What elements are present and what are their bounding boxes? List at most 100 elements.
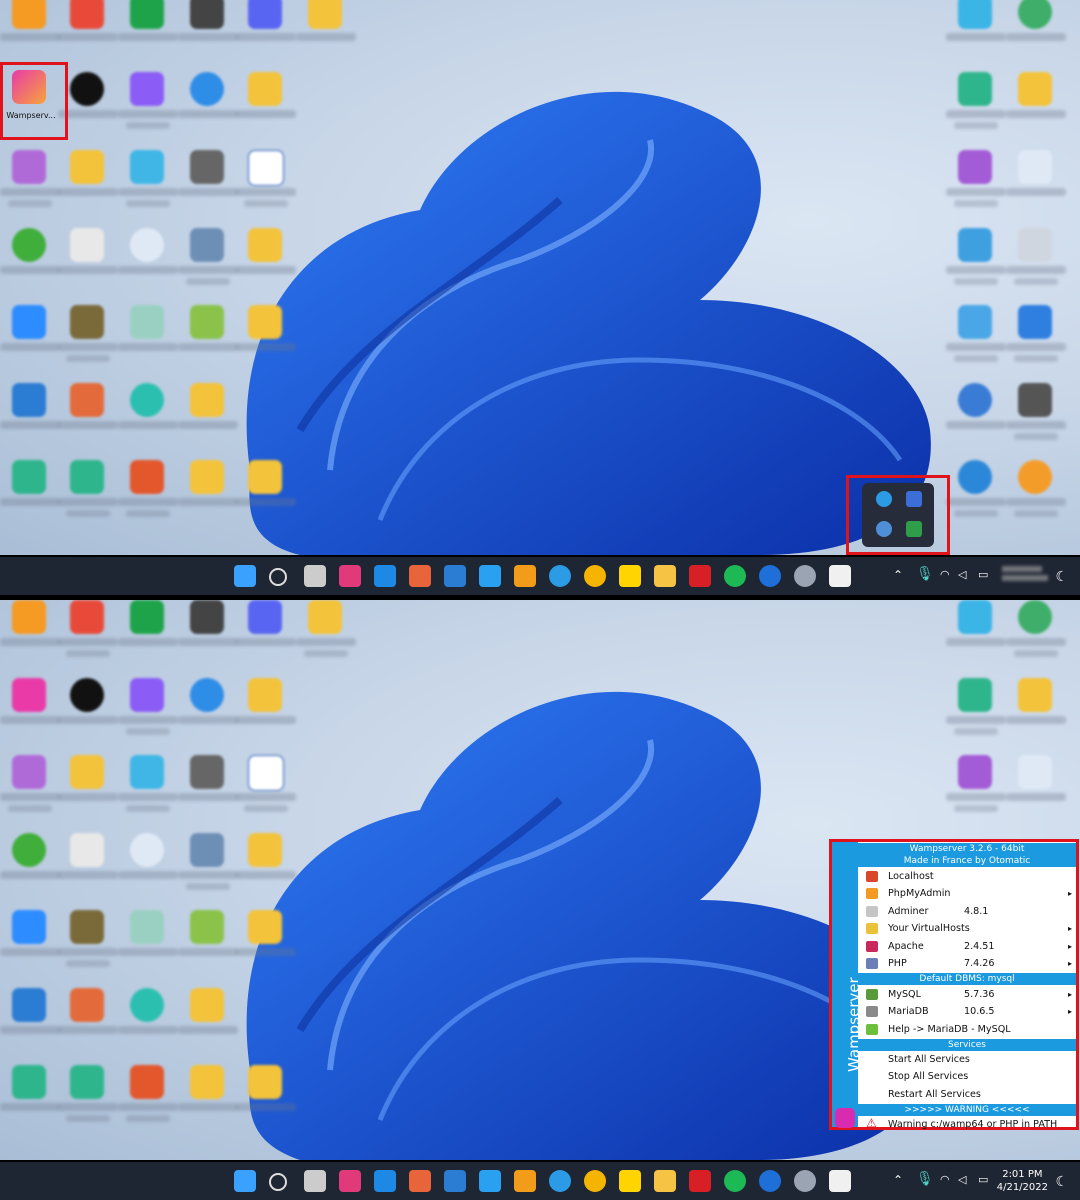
- spotify-icon[interactable]: [724, 565, 746, 587]
- netflix-icon[interactable]: [689, 565, 711, 587]
- desktop-icon[interactable]: [236, 1065, 296, 1139]
- task-view-icon[interactable]: [304, 565, 326, 587]
- desktop-icon[interactable]: [946, 72, 1006, 146]
- desktop-icon[interactable]: [236, 0, 296, 69]
- app-icon[interactable]: [829, 565, 851, 587]
- desktop-icon[interactable]: [118, 383, 178, 457]
- sublime-icon[interactable]: [514, 565, 536, 587]
- app-icon[interactable]: [409, 1170, 431, 1192]
- desktop-icon[interactable]: [0, 383, 60, 457]
- desktop-icon[interactable]: [236, 305, 296, 379]
- desktop-icon[interactable]: [0, 678, 60, 752]
- desktop-icon[interactable]: [58, 600, 118, 674]
- desktop-icon[interactable]: [118, 305, 178, 379]
- desktop-icon[interactable]: [946, 460, 1006, 534]
- menu-item-start-services[interactable]: Start All Services: [858, 1051, 1076, 1068]
- menu-item-virtualhosts[interactable]: Your VirtualHosts ▸: [858, 920, 1076, 937]
- desktop-icon[interactable]: [236, 678, 296, 752]
- sticky-notes-icon[interactable]: [619, 1170, 641, 1192]
- desktop-icon[interactable]: [946, 228, 1006, 302]
- app-icon[interactable]: [829, 1170, 851, 1192]
- desktop-icon[interactable]: [178, 383, 238, 457]
- start-icon[interactable]: [234, 565, 256, 587]
- desktop-icon[interactable]: [58, 988, 118, 1062]
- desktop-icon[interactable]: [178, 678, 238, 752]
- desktop-icon[interactable]: [1006, 600, 1066, 674]
- file-explorer-icon[interactable]: [654, 565, 676, 587]
- app-icon[interactable]: [374, 1170, 396, 1192]
- chevron-up-icon[interactable]: ⌃: [893, 1173, 903, 1200]
- menu-item-php[interactable]: PHP 7.4.26 ▸: [858, 955, 1076, 972]
- menu-item-restart-services[interactable]: Restart All Services: [858, 1086, 1076, 1103]
- settings-icon[interactable]: [794, 565, 816, 587]
- desktop-icon[interactable]: [236, 150, 296, 224]
- desktop-icon[interactable]: [178, 988, 238, 1062]
- task-view-icon[interactable]: [304, 1170, 326, 1192]
- app-icon[interactable]: [339, 565, 361, 587]
- menu-item-stop-services[interactable]: Stop All Services: [858, 1068, 1076, 1085]
- desktop-icon[interactable]: [178, 0, 238, 69]
- recycle-bin-icon[interactable]: [1006, 755, 1066, 829]
- menu-item-warning[interactable]: ⚠ Warning c:/wamp64 or PHP in PATH: [858, 1116, 1076, 1133]
- app-icon[interactable]: [409, 565, 431, 587]
- desktop-icon[interactable]: [118, 755, 178, 829]
- desktop-icon[interactable]: [0, 228, 60, 302]
- notification-moon-icon[interactable]: ☾: [1055, 1174, 1068, 1190]
- volume-icon[interactable]: ◁: [958, 568, 966, 600]
- desktop-icon[interactable]: [118, 0, 178, 69]
- menu-item-phpmyadmin[interactable]: PhpMyAdmin ▸: [858, 885, 1076, 902]
- desktop-icon[interactable]: [118, 460, 178, 534]
- desktop-icon[interactable]: [58, 383, 118, 457]
- desktop-icon[interactable]: [946, 305, 1006, 379]
- desktop-icon[interactable]: [58, 833, 118, 907]
- desktop-icon[interactable]: [1006, 383, 1066, 457]
- desktop-icon[interactable]: [178, 460, 238, 534]
- desktop-icon[interactable]: [178, 833, 238, 907]
- search-icon[interactable]: [269, 1173, 287, 1191]
- desktop-icon[interactable]: [118, 678, 178, 752]
- desktop-icon[interactable]: [178, 600, 238, 674]
- netflix-icon[interactable]: [689, 1170, 711, 1192]
- desktop-icon[interactable]: [178, 150, 238, 224]
- desktop-icon[interactable]: [236, 228, 296, 302]
- desktop-icon[interactable]: [58, 755, 118, 829]
- desktop-icon[interactable]: [58, 460, 118, 534]
- menu-item-mysql[interactable]: MySQL 5.7.36 ▸: [858, 986, 1076, 1003]
- notification-moon-icon[interactable]: ☾: [1055, 569, 1068, 585]
- desktop-icon[interactable]: [946, 678, 1006, 752]
- search-icon[interactable]: [269, 568, 287, 586]
- desktop-icon[interactable]: [1006, 228, 1066, 302]
- menu-item-adminer[interactable]: Adminer 4.8.1: [858, 903, 1076, 920]
- microphone-icon[interactable]: 🎙: [916, 566, 934, 600]
- desktop-icon[interactable]: [0, 150, 60, 224]
- desktop-icon[interactable]: [0, 600, 60, 674]
- desktop-icon[interactable]: [946, 383, 1006, 457]
- chrome-icon[interactable]: [584, 1170, 606, 1192]
- desktop-icon[interactable]: [296, 600, 356, 674]
- desktop-icon[interactable]: [236, 600, 296, 674]
- desktop-icon[interactable]: [58, 228, 118, 302]
- desktop-icon[interactable]: [58, 150, 118, 224]
- desktop-icon[interactable]: [0, 1065, 60, 1139]
- app-icon[interactable]: [759, 1170, 781, 1192]
- chrome-icon[interactable]: [584, 565, 606, 587]
- desktop-icon[interactable]: [178, 1065, 238, 1139]
- desktop-icon[interactable]: [178, 755, 238, 829]
- desktop-icon[interactable]: [236, 460, 296, 534]
- desktop-icon[interactable]: [1006, 678, 1066, 752]
- desktop-icon[interactable]: [58, 0, 118, 69]
- desktop-icon[interactable]: [118, 228, 178, 302]
- menu-item-help[interactable]: Help -> MariaDB - MySQL: [858, 1021, 1076, 1038]
- desktop-icon[interactable]: [118, 150, 178, 224]
- desktop-icon[interactable]: [1006, 460, 1066, 534]
- desktop-icon[interactable]: [178, 72, 238, 146]
- wifi-icon[interactable]: ◠: [940, 1173, 950, 1200]
- battery-icon[interactable]: ▭: [978, 1173, 988, 1200]
- desktop-icon[interactable]: [0, 988, 60, 1062]
- desktop-icon[interactable]: [946, 755, 1006, 829]
- app-icon[interactable]: [374, 565, 396, 587]
- desktop-icon[interactable]: [118, 1065, 178, 1139]
- battery-icon[interactable]: ▭: [978, 568, 988, 600]
- recycle-bin-icon[interactable]: [1006, 150, 1066, 224]
- app-icon[interactable]: [759, 565, 781, 587]
